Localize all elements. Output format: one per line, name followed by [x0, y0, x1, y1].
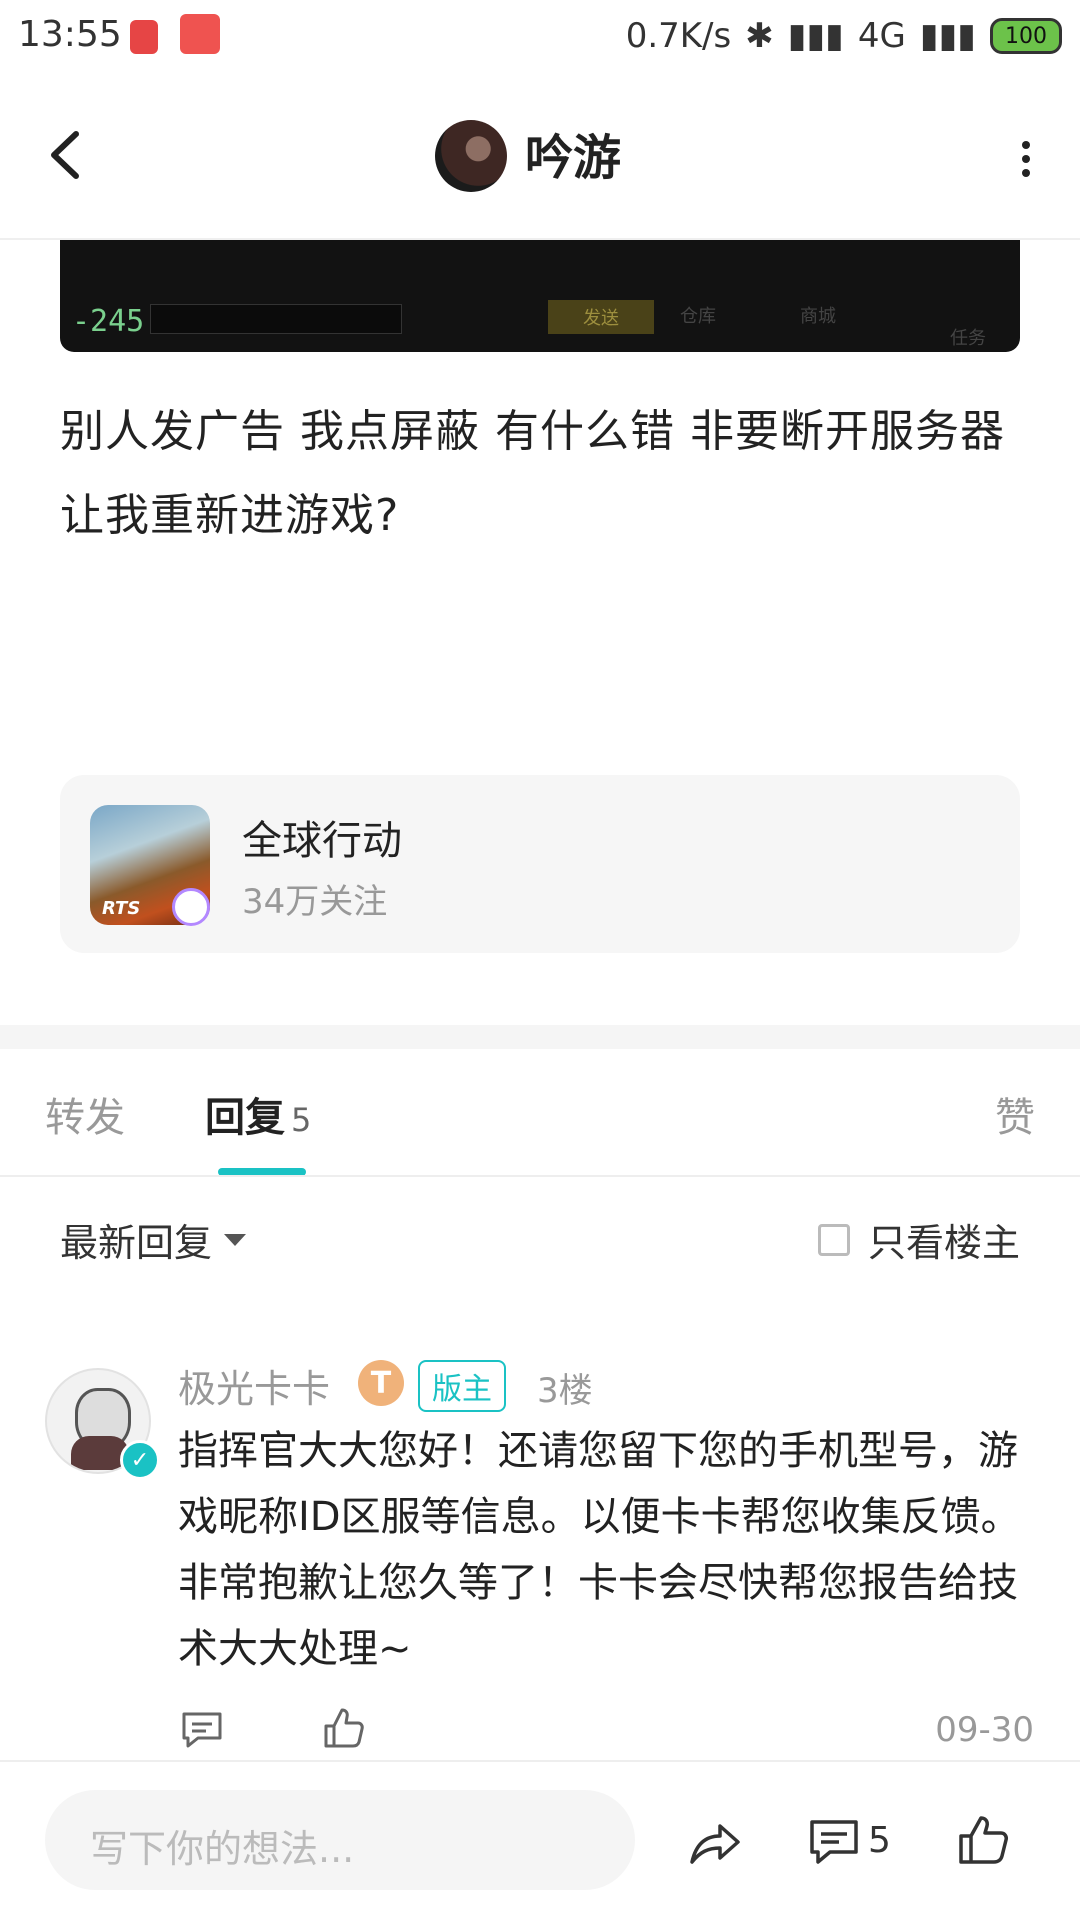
tab-reply-count: 5 [291, 1101, 312, 1139]
image-icon-shop: 商城 [800, 306, 836, 327]
level-badge-icon: T [358, 1360, 404, 1406]
net-speed: 0.7K/s [625, 16, 732, 56]
role-badge: 版主 [418, 1360, 506, 1412]
signal-icon-2: ▮▮▮ [919, 16, 976, 56]
verified-icon: ✓ [120, 1440, 160, 1480]
game-followers: 34万关注 [242, 882, 388, 922]
game-icon-label: RTS [102, 898, 141, 919]
sort-label: 最新回复 [60, 1221, 213, 1265]
notification-shop-icon [180, 14, 220, 54]
section-divider [0, 1025, 1080, 1049]
comment-like-icon[interactable] [322, 1706, 366, 1750]
image-icon-depot: 仓库 [680, 306, 716, 327]
bluetooth-icon: ✱ [745, 16, 774, 56]
checkbox-icon[interactable] [817, 1223, 850, 1256]
battery-level: 100 [1005, 23, 1047, 49]
author-avatar[interactable] [435, 120, 507, 192]
battery-icon: 100 [990, 18, 1062, 54]
page-title[interactable]: 吟游 [525, 118, 621, 188]
only-op-label: 只看楼主 [867, 1221, 1020, 1265]
comment-text: 指挥官大大您好！还请您留下您的手机型号，游戏昵称ID区服等信息。以便卡卡帮您收集… [178, 1428, 1021, 1672]
game-name: 全球行动 [242, 818, 402, 864]
caret-down-icon [224, 1233, 247, 1246]
comments-icon[interactable] [806, 1814, 862, 1870]
tab-forward[interactable]: 转发 [45, 1085, 125, 1143]
image-icon-task: 任务 [950, 328, 986, 349]
comment-date: 09-30 [935, 1710, 1034, 1750]
comment-reply-icon[interactable] [180, 1710, 224, 1750]
network-type: 4G [857, 16, 906, 56]
notification-app-icon [130, 20, 158, 54]
sort-dropdown[interactable]: 最新回复 [60, 1212, 247, 1267]
tab-reply-label: 回复 [205, 1095, 285, 1141]
comments-count: 5 [868, 1820, 891, 1861]
like-icon[interactable] [955, 1812, 1011, 1868]
tab-reply[interactable]: 回复 5 [205, 1085, 311, 1143]
image-score: -245 [72, 304, 145, 339]
tabs-divider [0, 1175, 1080, 1177]
share-icon[interactable] [686, 1814, 742, 1870]
image-send-label: 发送 [548, 300, 654, 334]
chevron-left-icon [51, 131, 79, 179]
back-button[interactable] [40, 120, 100, 190]
game-badge-icon [172, 888, 210, 926]
post-image[interactable]: -245 发送 仓库 商城 任务 [60, 240, 1020, 352]
only-op-toggle[interactable]: 只看楼主 [817, 1212, 1020, 1267]
image-chat-bar [150, 304, 402, 334]
status-time: 13:55 [18, 14, 122, 55]
post-text: 别人发广告 我点屏蔽 有什么错 非要断开服务器让我重新进游戏? [60, 406, 1005, 541]
comment-floor: 3楼 [537, 1371, 593, 1411]
tab-like[interactable]: 赞 [995, 1085, 1035, 1143]
comment-input-placeholder: 写下你的想法... [90, 1827, 355, 1871]
comment-author[interactable]: 极光卡卡 [178, 1358, 330, 1413]
status-indicators: 0.7K/s ✱ ▮▮▮ 4G ▮▮▮ 100 [626, 14, 1062, 58]
signal-icon: ▮▮▮ [787, 16, 844, 56]
more-options-icon[interactable] [1016, 135, 1036, 179]
